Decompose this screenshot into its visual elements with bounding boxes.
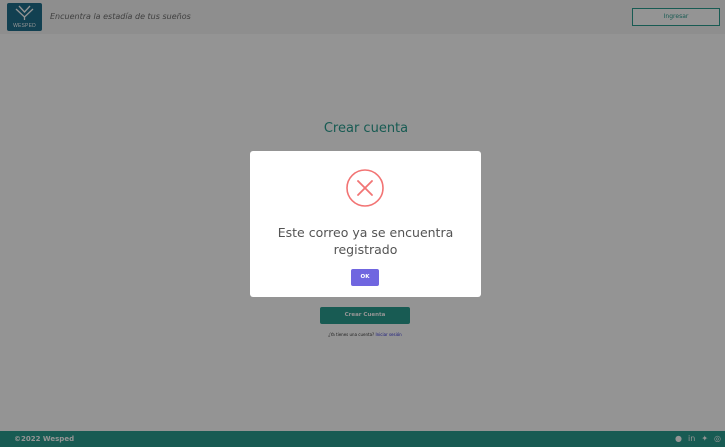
dialog-message: Este correo ya se encuentra registrado xyxy=(277,225,454,257)
error-x-icon xyxy=(346,169,384,207)
ok-button[interactable]: OK xyxy=(351,269,379,286)
error-dialog: Este correo ya se encuentra registrado O… xyxy=(250,151,481,297)
